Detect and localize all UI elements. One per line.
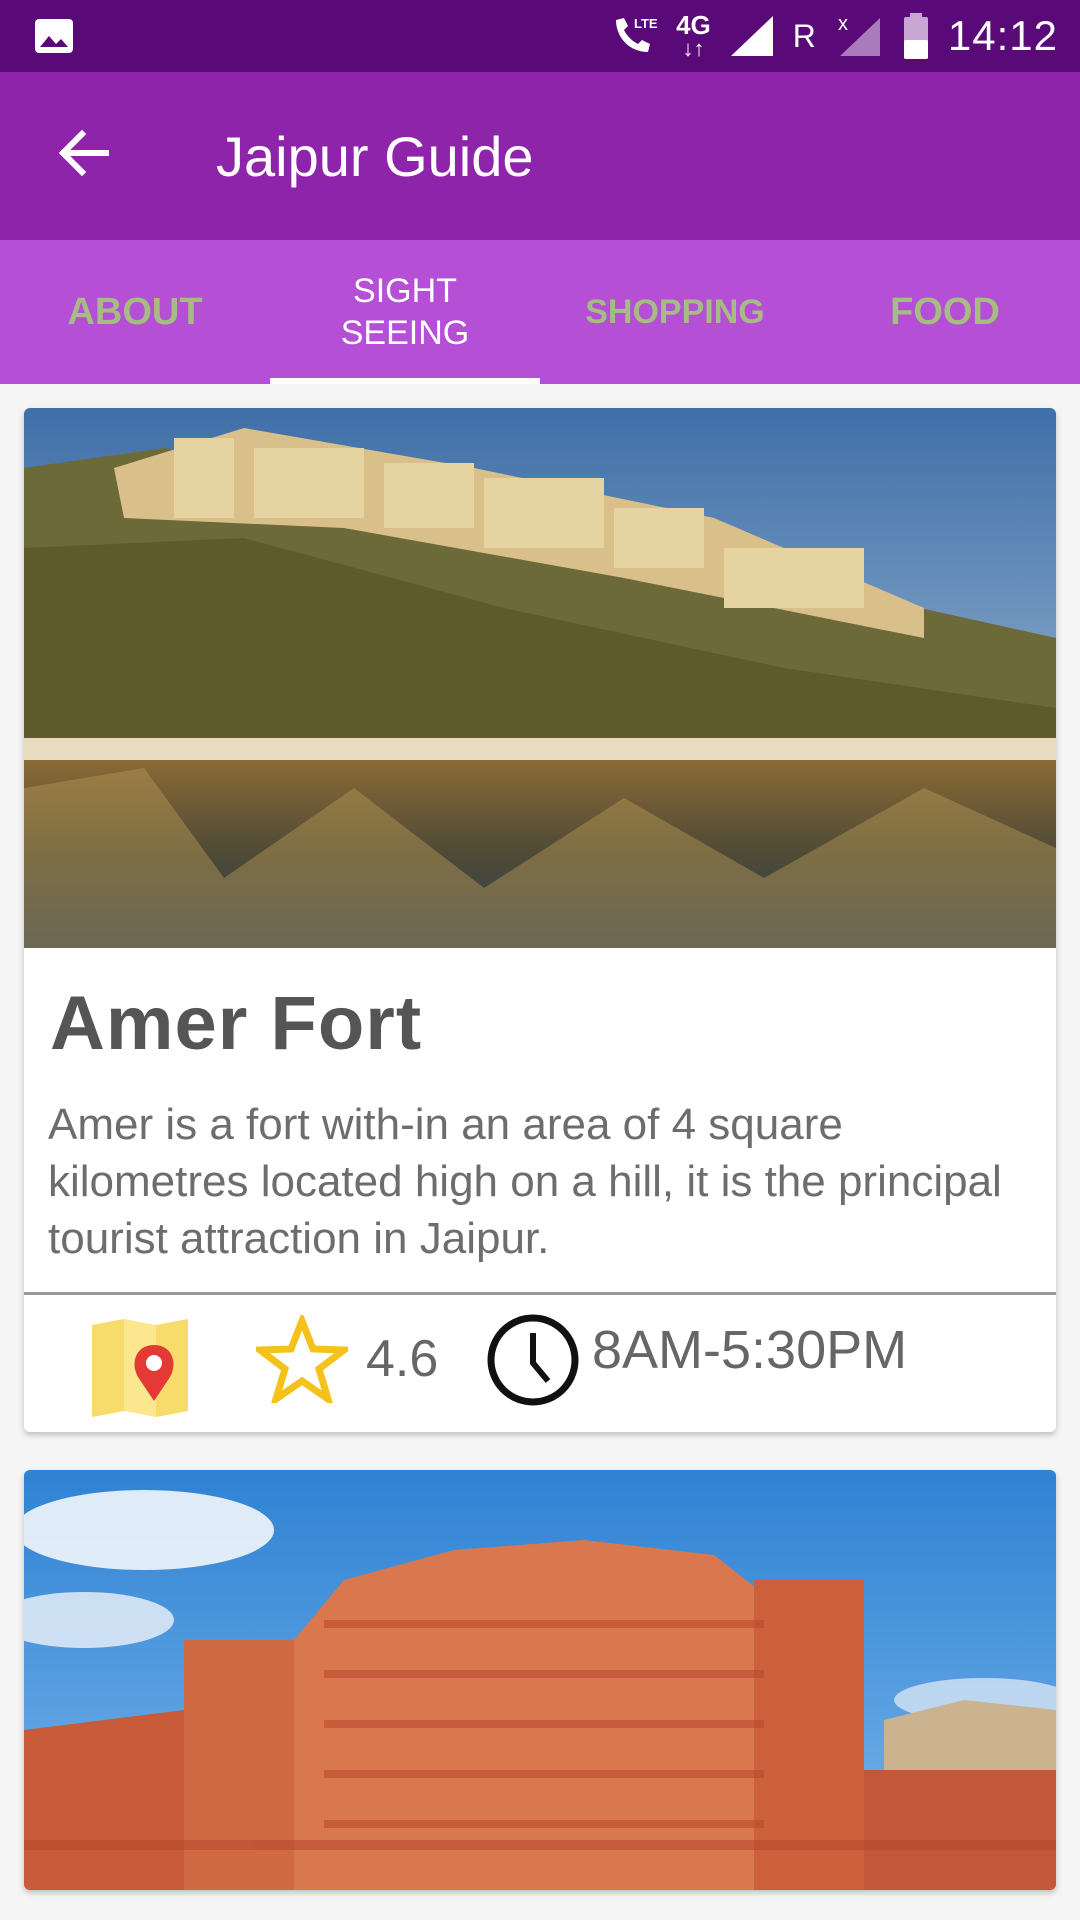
place-name: Amer Fort <box>50 981 423 1066</box>
back-arrow-icon[interactable] <box>56 126 110 180</box>
svg-text:x: x <box>838 14 848 35</box>
app-toolbar: Jaipur Guide <box>0 72 1080 240</box>
network-type-label: 4G <box>676 10 711 40</box>
data-arrows-icon: ↓↑ <box>682 36 705 61</box>
place-description: Amer is a fort with-in an area of 4 squa… <box>48 1100 1002 1263</box>
signal-strength-icon <box>730 16 773 56</box>
clock-icon <box>487 1314 579 1406</box>
place-card[interactable]: Amer Fort Amer is a fort with-in an area… <box>24 408 1056 1432</box>
toolbar-title: Jaipur Guide <box>216 125 534 188</box>
gallery-notification-icon <box>35 19 73 53</box>
call-lte-icon: LTE <box>616 16 658 52</box>
battery-icon <box>903 13 928 59</box>
clock-time: 14:12 <box>947 12 1058 59</box>
place-photo <box>24 1470 1056 1890</box>
svg-text:LTE: LTE <box>634 16 658 31</box>
network-type-indicator: 4G ↓↑ <box>676 12 711 60</box>
place-rating: 4.6 <box>366 1330 439 1388</box>
tab-food[interactable]: FOOD <box>810 240 1080 384</box>
place-card[interactable] <box>24 1470 1056 1890</box>
signal-no-service-icon: x <box>838 14 880 56</box>
tab-about[interactable]: ABOUT <box>0 240 270 384</box>
map-pin-icon[interactable] <box>88 1319 192 1419</box>
tab-shopping[interactable]: SHOPPING <box>540 240 810 384</box>
place-meta-row: 4.6 8AM-5:30PM <box>24 1295 1056 1432</box>
star-rating-icon <box>256 1315 348 1403</box>
status-icons: LTE 4G ↓↑ R x 14:12 <box>610 8 1058 64</box>
status-bar: LTE 4G ↓↑ R x 14:12 <box>0 0 1080 72</box>
tab-bar: ABOUT SIGHT SEEING SHOPPING FOOD <box>0 240 1080 384</box>
place-photo <box>24 408 1056 948</box>
roaming-indicator: R <box>792 17 816 54</box>
opening-hours: 8AM-5:30PM <box>592 1320 908 1380</box>
tab-sight-seeing[interactable]: SIGHT SEEING <box>270 240 540 384</box>
